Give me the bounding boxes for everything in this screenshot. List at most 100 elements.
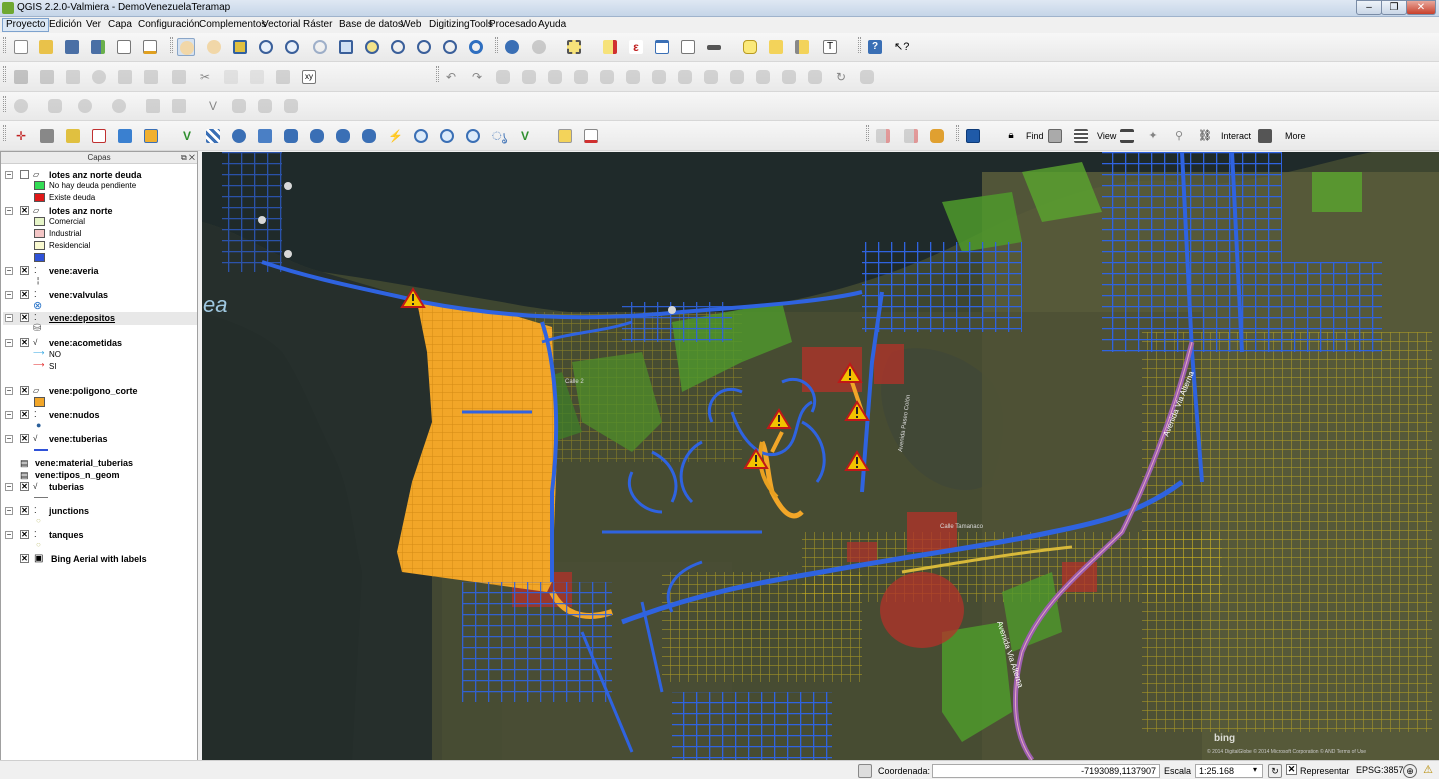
copy-features-icon[interactable] — [222, 68, 240, 86]
lock-icon[interactable]: 🔒︎ — [1002, 127, 1020, 145]
advanced-edit-3-icon[interactable] — [546, 68, 564, 86]
collapse-toggle[interactable]: − — [5, 207, 13, 215]
layer-checkbox[interactable]: ✕ — [20, 410, 29, 419]
add-oracle-layer-icon[interactable] — [308, 127, 326, 145]
toolbar-grip[interactable] — [866, 125, 869, 141]
refresh-icon[interactable] — [467, 38, 485, 56]
view-tool-2-icon[interactable]: ✦ — [1144, 127, 1162, 145]
layer-item[interactable]: − ✕ ⁚ junctions — [3, 505, 197, 517]
whats-this-icon[interactable]: ↖? — [892, 38, 910, 56]
zoom-native-icon[interactable] — [311, 38, 329, 56]
new-shapefile-icon[interactable]: V — [516, 127, 534, 145]
view-label[interactable]: View — [1097, 131, 1116, 141]
crs-globe-icon[interactable]: ⊕ — [1403, 764, 1417, 778]
zoom-last-icon[interactable] — [415, 38, 433, 56]
layer-checkbox[interactable] — [20, 170, 29, 179]
collapse-toggle[interactable]: − — [5, 411, 13, 419]
advanced-edit-4-icon[interactable] — [572, 68, 590, 86]
measure-line-icon[interactable] — [705, 38, 723, 56]
layer-checkbox[interactable]: ✕ — [20, 554, 29, 563]
remove-layer-icon[interactable] — [582, 127, 600, 145]
warning-icon[interactable]: ⚠ — [1420, 764, 1436, 778]
collapse-toggle[interactable]: − — [5, 171, 13, 179]
add-wcs-layer-icon[interactable]: ⚡ — [386, 127, 404, 145]
open-project-icon[interactable] — [37, 38, 55, 56]
add-mssql-layer-icon[interactable] — [282, 127, 300, 145]
identify-icon[interactable] — [503, 38, 521, 56]
view-tool-1-icon[interactable] — [1118, 127, 1136, 145]
find-icon[interactable] — [1046, 127, 1064, 145]
advanced-edit-2-icon[interactable] — [520, 68, 538, 86]
layer-item[interactable]: − ✕ ⁚ vene:nudos — [3, 409, 197, 421]
menu-vectorial[interactable]: Vectorial — [259, 18, 303, 32]
zoom-out-icon[interactable] — [283, 38, 301, 56]
add-layer-2-icon[interactable] — [64, 127, 82, 145]
vector-tool-4-icon[interactable] — [110, 97, 128, 115]
current-edits-icon[interactable] — [12, 68, 30, 86]
add-wms-layer-icon[interactable] — [412, 127, 430, 145]
layer-item[interactable]: − ▱ lotes anz norte deuda — [3, 169, 197, 181]
layer-item[interactable]: − ✕ ▱ vene:poligono_corte — [3, 385, 197, 397]
menu-capa[interactable]: Capa — [105, 18, 135, 32]
maximize-button[interactable]: ❐ — [1381, 0, 1407, 15]
messages-icon[interactable] — [858, 764, 872, 778]
add-db2-layer-icon[interactable] — [334, 127, 352, 145]
map-tips-icon[interactable] — [741, 38, 759, 56]
cut-features-icon[interactable]: ✂ — [196, 68, 214, 86]
interact-label[interactable]: Interact — [1221, 131, 1251, 141]
bing-maps-plugin-icon[interactable] — [964, 127, 982, 145]
add-feature-icon[interactable] — [90, 68, 108, 86]
attribute-table-icon[interactable] — [653, 38, 671, 56]
layer-item[interactable]: − ✕ ⁚ tanques — [3, 529, 197, 541]
add-layer-1-icon[interactable] — [38, 127, 56, 145]
toolbar-grip[interactable] — [495, 37, 498, 53]
add-spatialite-layer-icon[interactable] — [256, 127, 274, 145]
layer-item[interactable]: − ✕ ▱ lotes anz norte — [3, 205, 197, 217]
layer-item[interactable]: − ✕ ⁚ vene:averia — [3, 265, 197, 277]
zoom-next-icon[interactable] — [441, 38, 459, 56]
toolbar-grip[interactable] — [170, 37, 173, 53]
help-contents-icon[interactable]: ? — [866, 38, 884, 56]
layer-checkbox[interactable]: ✕ — [20, 434, 29, 443]
vector-tool-2-icon[interactable] — [46, 97, 64, 115]
toolbar-grip[interactable] — [956, 125, 959, 141]
vector-tool-3-icon[interactable] — [76, 97, 94, 115]
advanced-edit-5-icon[interactable] — [598, 68, 616, 86]
menu-ayuda[interactable]: Ayuda — [535, 18, 569, 32]
advanced-edit-6-icon[interactable] — [624, 68, 642, 86]
collapse-toggle[interactable]: − — [5, 267, 13, 275]
layer-checkbox[interactable]: ✕ — [20, 266, 29, 275]
vector-tool-7-icon[interactable]: V — [204, 97, 222, 115]
vector-tool-10-icon[interactable] — [282, 97, 300, 115]
collapse-toggle[interactable]: − — [5, 387, 13, 395]
zoom-in-icon[interactable] — [257, 38, 275, 56]
add-wms-tile-icon[interactable] — [438, 127, 456, 145]
tank-marker-icon[interactable] — [668, 306, 676, 314]
node-tool-icon[interactable] — [142, 68, 160, 86]
find-label[interactable]: Find — [1026, 131, 1044, 141]
toolbar-grip[interactable] — [3, 96, 6, 112]
map-render[interactable]: ea Calle 2 Avenida Paseo Colón Avenida V… — [202, 152, 1439, 760]
layer-checkbox[interactable]: ✕ — [20, 290, 29, 299]
layer-checkbox[interactable]: ✕ — [20, 506, 29, 515]
zoom-selection-icon[interactable] — [363, 38, 381, 56]
add-delimited-text-icon[interactable] — [142, 127, 160, 145]
collapse-toggle[interactable]: − — [5, 435, 13, 443]
composer-manager-icon[interactable] — [141, 38, 159, 56]
vector-tool-5-icon[interactable] — [144, 97, 162, 115]
chevron-down-icon[interactable]: ▾ — [1253, 765, 1257, 774]
crs-status[interactable]: EPSG:3857 — [1353, 764, 1404, 778]
collapse-toggle[interactable]: − — [5, 291, 13, 299]
layer-item[interactable]: ▤ vene:tipos_n_geom — [3, 469, 197, 481]
field-calculator-icon[interactable] — [679, 38, 697, 56]
save-project-icon[interactable] — [63, 38, 81, 56]
delete-part-icon[interactable] — [874, 127, 892, 145]
coordinate-field[interactable]: -7193089,1137907 — [932, 764, 1160, 778]
interact-tool-icon[interactable] — [1256, 127, 1274, 145]
tank-marker-icon[interactable] — [258, 216, 266, 224]
add-wfs-layer-icon[interactable] — [90, 127, 108, 145]
toolbar-grip[interactable] — [3, 125, 6, 141]
menu-web[interactable]: Web — [398, 18, 424, 32]
new-print-composer-icon[interactable] — [115, 38, 133, 56]
collapse-toggle[interactable]: − — [5, 483, 13, 491]
